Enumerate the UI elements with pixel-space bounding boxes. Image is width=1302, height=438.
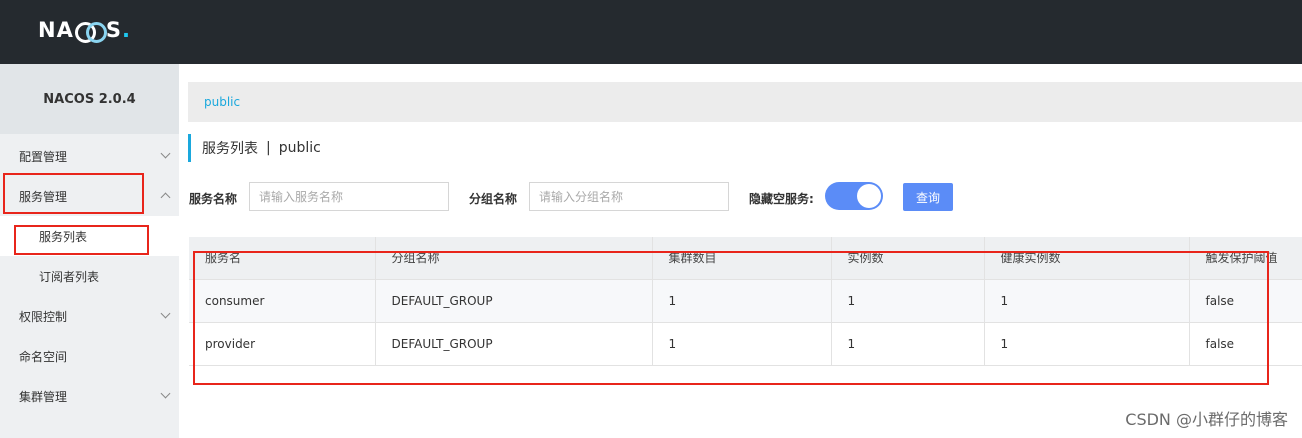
cell-group-name: DEFAULT_GROUP: [375, 322, 653, 366]
logo-rings-icon: [74, 19, 107, 43]
column-header-group-name[interactable]: 分组名称: [375, 237, 653, 280]
sidebar-item-cluster-management[interactable]: 集群管理: [0, 376, 179, 416]
sidebar-item-label: 权限控制: [19, 309, 68, 324]
sidebar-item-label: 命名空间: [19, 349, 68, 364]
sidebar-item-label: 服务管理: [19, 189, 68, 204]
cell-service-name: provider: [189, 322, 376, 366]
column-header-service-name[interactable]: 服务名: [189, 237, 376, 280]
cell-protect-threshold: false: [1189, 279, 1302, 323]
cell-cluster-count: 1: [652, 279, 832, 323]
watermark: CSDN @小群仔的博客: [1125, 410, 1288, 429]
sidebar-item-label: 服务列表: [39, 229, 88, 244]
toggle-knob: [857, 184, 881, 208]
sidebar-item-config-management[interactable]: 配置管理: [0, 136, 179, 176]
logo-text-right: S: [105, 18, 122, 42]
hide-empty-services-label: 隐藏空服务:: [749, 192, 814, 206]
page-title: 服务列表 | public: [188, 134, 321, 162]
title-separator: |: [266, 140, 271, 156]
service-table: 服务名 分组名称 集群数目 实例数 健康实例数 触发保护阈值 consumer …: [189, 237, 1302, 366]
cell-instance-count: 1: [831, 279, 985, 323]
page-title-namespace: public: [278, 140, 321, 156]
sidebar-item-service-list[interactable]: 服务列表: [0, 216, 179, 256]
query-button[interactable]: 查询: [903, 183, 953, 211]
logo-text-left: NA: [38, 18, 74, 42]
logo-dot: .: [121, 18, 131, 42]
group-name-label: 分组名称: [469, 192, 518, 206]
cell-protect-threshold: false: [1189, 322, 1302, 366]
service-name-label: 服务名称: [189, 192, 238, 206]
table-header-row: 服务名 分组名称 集群数目 实例数 健康实例数 触发保护阈值: [189, 237, 1302, 280]
sidebar-item-subscriber-list[interactable]: 订阅者列表: [0, 256, 179, 296]
cell-healthy-instance-count: 1: [984, 279, 1190, 323]
column-header-protect-threshold[interactable]: 触发保护阈值: [1189, 237, 1302, 280]
namespace-bar: public: [188, 82, 1302, 122]
hide-empty-services-toggle[interactable]: [825, 182, 883, 210]
table-row[interactable]: provider DEFAULT_GROUP 1 1 1 false: [189, 322, 1302, 366]
chevron-down-icon: [160, 308, 171, 319]
top-header: NA S .: [0, 0, 1302, 64]
column-header-healthy-instance-count[interactable]: 健康实例数: [984, 237, 1190, 280]
page-title-text: 服务列表: [202, 141, 258, 157]
cell-healthy-instance-count: 1: [984, 322, 1190, 366]
table-row[interactable]: consumer DEFAULT_GROUP 1 1 1 false: [189, 279, 1302, 323]
column-header-cluster-count[interactable]: 集群数目: [652, 237, 832, 280]
chevron-down-icon: [160, 388, 171, 399]
chevron-up-icon: [160, 192, 171, 203]
sidebar-item-service-management[interactable]: 服务管理: [0, 176, 179, 216]
sidebar-item-label: 配置管理: [19, 149, 68, 164]
version-label: NACOS 2.0.4: [0, 64, 179, 134]
group-name-input[interactable]: [529, 182, 729, 211]
sidebar-item-label: 订阅者列表: [39, 269, 100, 284]
sidebar-item-label: 集群管理: [19, 389, 68, 404]
namespace-link-public[interactable]: public: [204, 95, 240, 109]
cell-instance-count: 1: [831, 322, 985, 366]
chevron-down-icon: [160, 148, 171, 159]
cell-group-name: DEFAULT_GROUP: [375, 279, 653, 323]
nacos-logo[interactable]: NA S .: [38, 18, 131, 43]
main-content: public 服务列表 | public 服务名称 分组名称 隐藏空服务: 查询…: [179, 64, 1302, 438]
cell-cluster-count: 1: [652, 322, 832, 366]
column-header-instance-count[interactable]: 实例数: [831, 237, 985, 280]
cell-service-name: consumer: [189, 279, 376, 323]
sidebar-item-access-control[interactable]: 权限控制: [0, 296, 179, 336]
service-name-input[interactable]: [249, 182, 449, 211]
sidebar-item-namespace[interactable]: 命名空间: [0, 336, 179, 376]
sidebar: NACOS 2.0.4 配置管理 服务管理 服务列表 订阅者列表 权限控制 命名…: [0, 64, 179, 438]
